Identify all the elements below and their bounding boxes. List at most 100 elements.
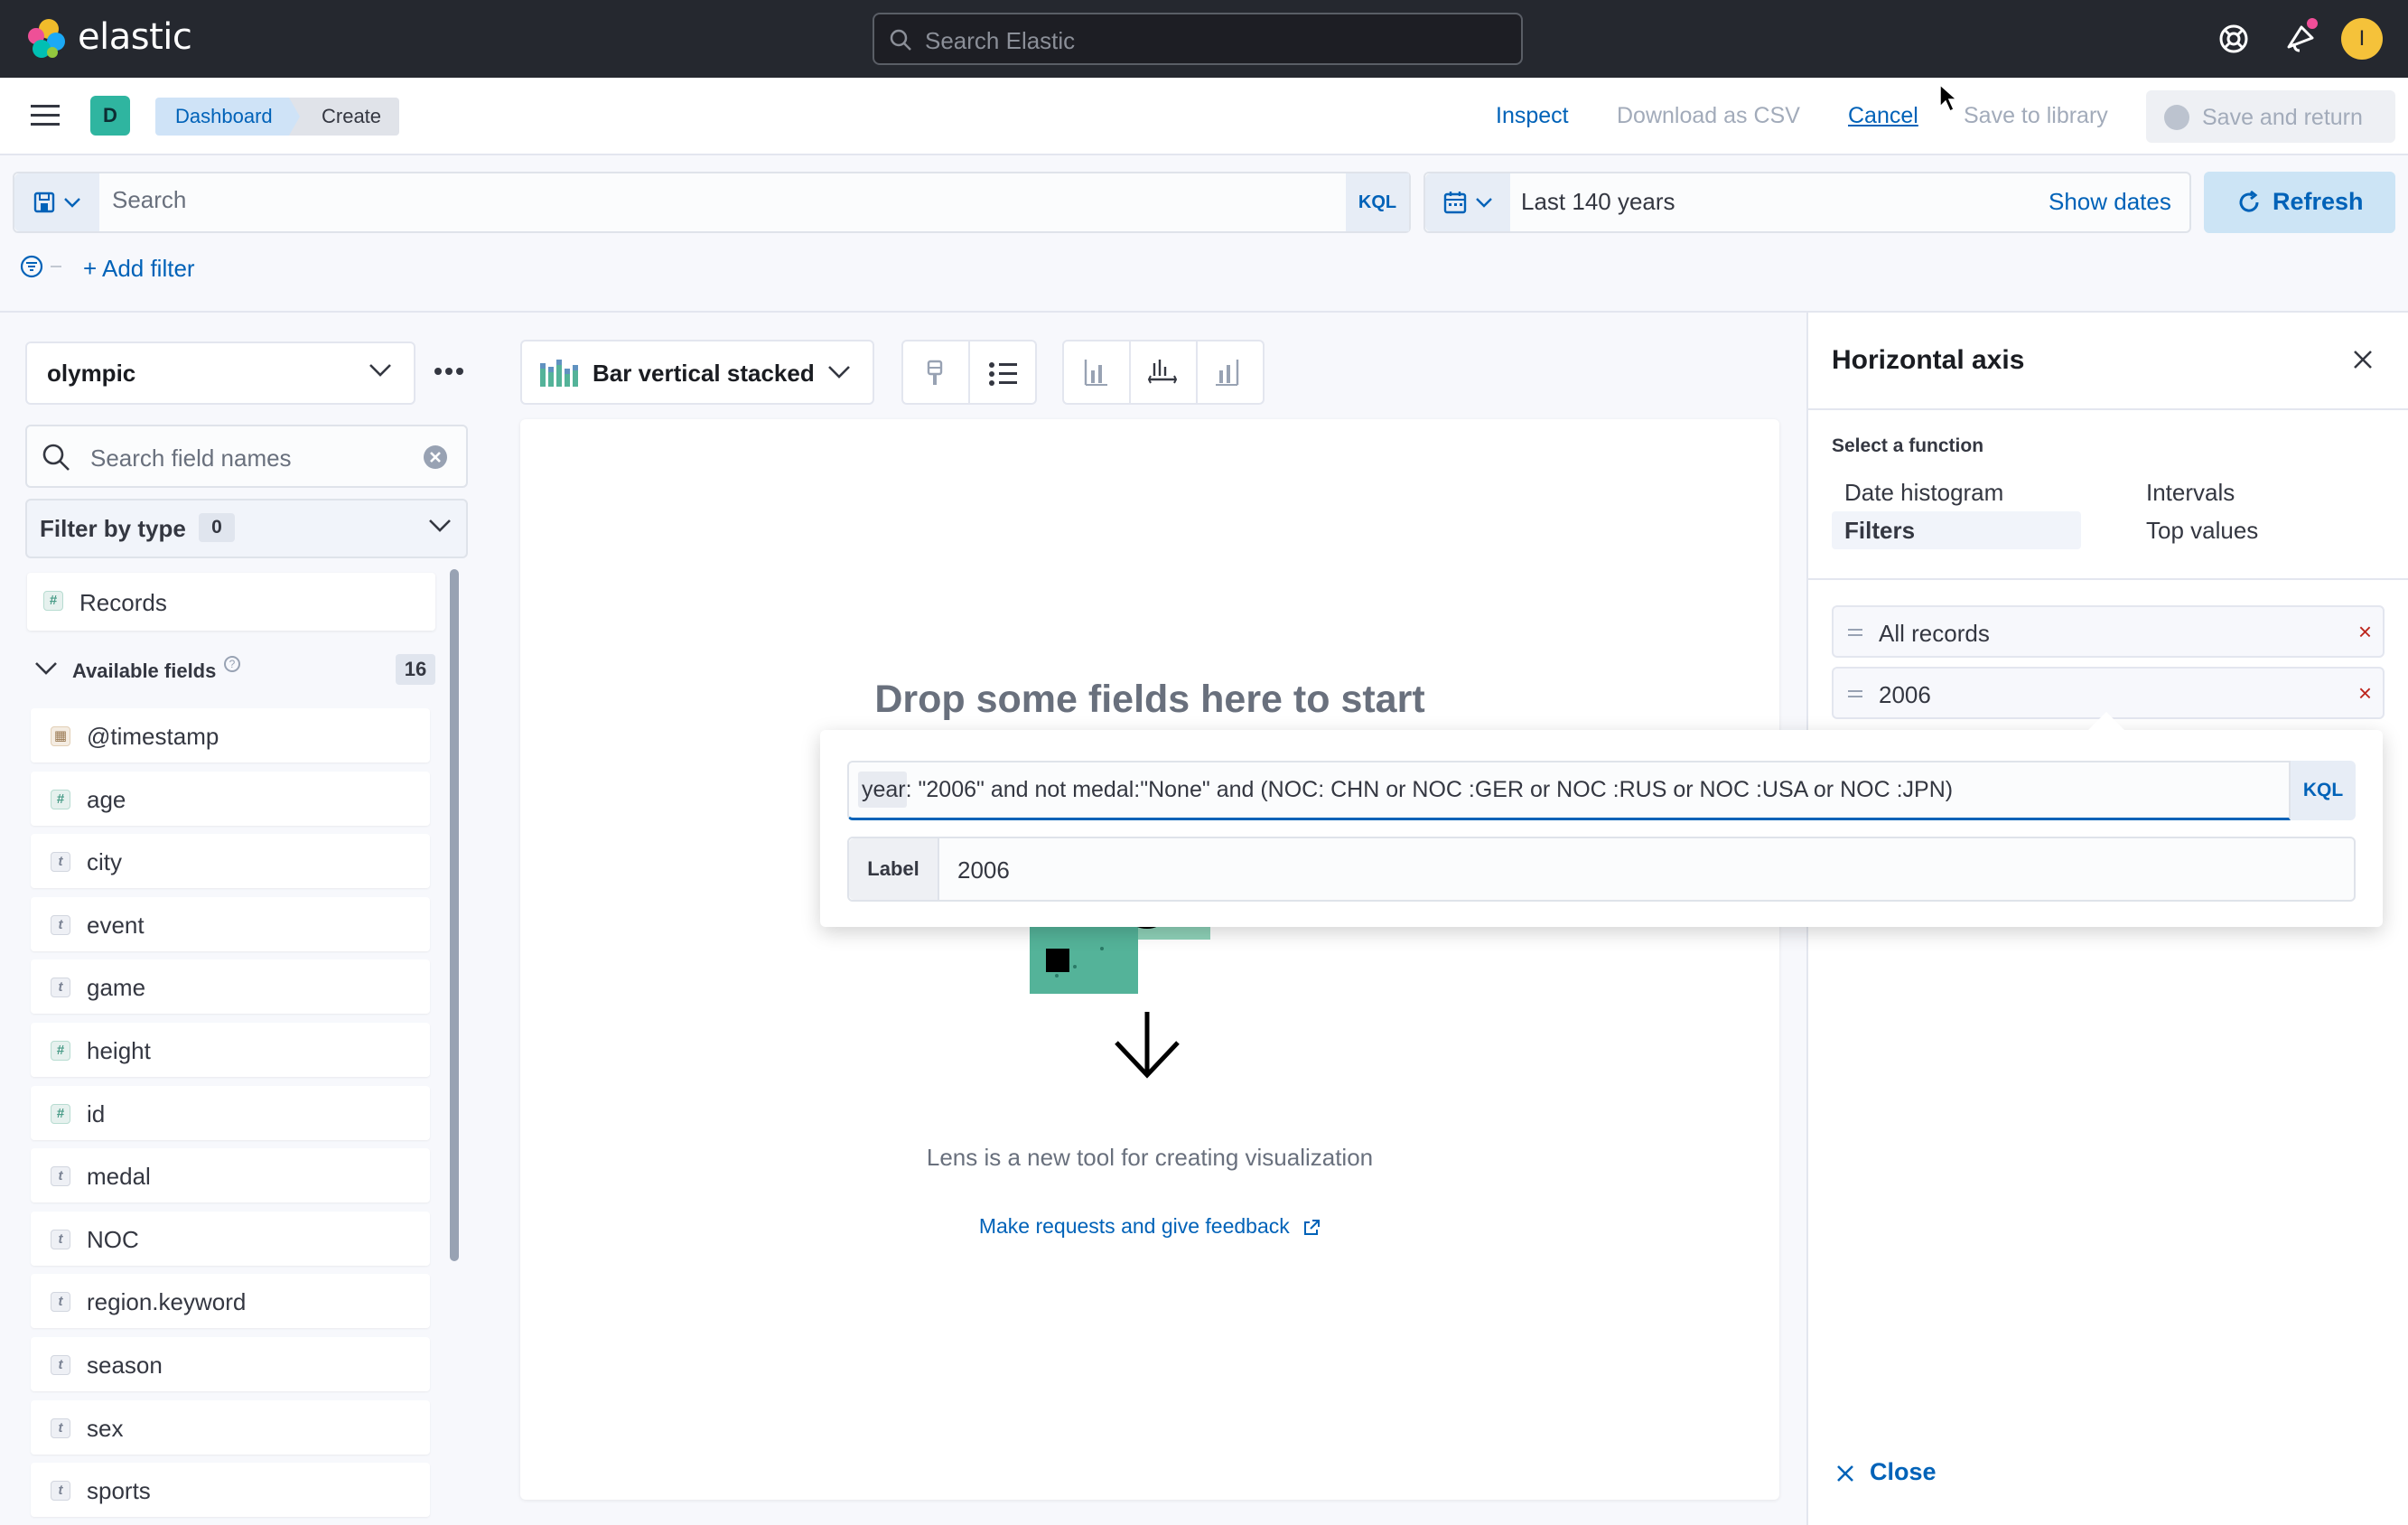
field-item[interactable]: t NOC xyxy=(31,1211,430,1266)
show-dates-button[interactable]: Show dates xyxy=(2049,188,2171,216)
bottom-axis-icon[interactable] xyxy=(1147,358,1178,387)
breadcrumb-dashboard[interactable]: Dashboard xyxy=(155,98,303,136)
function-date-histogram[interactable]: Date histogram xyxy=(1844,479,2003,507)
divider xyxy=(968,340,970,405)
search-icon xyxy=(889,28,912,51)
filter-item[interactable]: All records × xyxy=(1832,605,2385,658)
chevron-down-icon xyxy=(827,365,851,379)
help-icon[interactable] xyxy=(2217,22,2251,56)
field-item[interactable]: # id xyxy=(31,1085,430,1140)
records-label: Records xyxy=(79,589,167,616)
field-name: NOC xyxy=(87,1225,139,1253)
field-item[interactable]: t season xyxy=(31,1336,430,1391)
saved-query-button[interactable] xyxy=(14,173,99,231)
field-item[interactable]: t sex xyxy=(31,1399,430,1455)
drop-zone-title: Drop some fields here to start xyxy=(874,678,1425,721)
remove-icon[interactable]: × xyxy=(2358,618,2372,646)
feedback-link-label: Make requests and give feedback xyxy=(978,1214,1290,1238)
visualization-type-label: Bar vertical stacked xyxy=(593,360,815,387)
calendar-icon xyxy=(1442,190,1468,215)
date-range-text[interactable]: Last 140 years xyxy=(1521,188,1675,216)
left-axis-icon[interactable] xyxy=(1082,358,1109,387)
lens-description: Lens is a new tool for creating visualiz… xyxy=(926,1144,1374,1171)
filter-label-input[interactable] xyxy=(847,837,2356,902)
more-options-icon[interactable] xyxy=(434,367,464,376)
sidebar-scrollbar[interactable] xyxy=(450,569,459,1261)
notification-badge xyxy=(2305,16,2319,31)
mouse-cursor-icon xyxy=(1938,83,1960,114)
drag-handle-icon[interactable] xyxy=(1848,690,1862,697)
paintbrush-icon[interactable] xyxy=(923,360,947,387)
save-to-library-link[interactable]: Save to library xyxy=(1964,103,2108,129)
flyout-close-button[interactable]: Close xyxy=(1870,1458,1937,1486)
global-search-placeholder: Search Elastic xyxy=(925,27,1076,54)
elastic-logo-icon[interactable] xyxy=(25,18,67,60)
user-avatar[interactable]: I xyxy=(2341,18,2383,60)
field-name: season xyxy=(87,1351,163,1379)
help-icon[interactable]: ? xyxy=(224,656,240,672)
available-fields-label[interactable]: Available fields xyxy=(72,660,216,683)
filter-query-text: year: "2006" and not medal:"None" and (N… xyxy=(862,777,1954,802)
filter-options-icon[interactable] xyxy=(20,255,63,282)
function-top-values[interactable]: Top values xyxy=(2146,517,2258,545)
search-icon xyxy=(42,443,70,472)
quick-date-menu-button[interactable] xyxy=(1425,173,1510,231)
feedback-link[interactable]: Make requests and give feedback xyxy=(520,1214,1779,1239)
divider xyxy=(1808,578,2408,580)
field-item[interactable]: t game xyxy=(31,959,430,1015)
space-avatar[interactable]: D xyxy=(90,96,130,136)
flyout-title: Horizontal axis xyxy=(1832,345,2025,375)
inspect-link[interactable]: Inspect xyxy=(1496,103,1569,129)
query-search-input[interactable]: Search xyxy=(112,186,186,214)
number-field-token-icon: # xyxy=(51,1040,70,1061)
download-csv-link[interactable]: Download as CSV xyxy=(1617,103,1800,129)
function-intervals[interactable]: Intervals xyxy=(2146,479,2235,507)
field-item[interactable]: # age xyxy=(31,771,430,826)
filter-by-type-count: 0 xyxy=(199,513,235,542)
field-search-placeholder: Search field names xyxy=(90,444,292,472)
string-field-token-icon: t xyxy=(51,1229,70,1249)
field-item[interactable]: t event xyxy=(31,896,430,951)
query-language-button[interactable]: KQL xyxy=(1346,173,1409,231)
save-and-return-label: Save and return xyxy=(2202,105,2363,130)
close-icon[interactable] xyxy=(1835,1464,1855,1483)
drag-handle-icon[interactable] xyxy=(1848,629,1862,636)
field-name: sports xyxy=(87,1477,151,1505)
field-item[interactable]: t city xyxy=(31,834,430,889)
chevron-down-icon xyxy=(1475,197,1493,208)
close-icon[interactable] xyxy=(2352,349,2374,370)
chevron-down-icon[interactable] xyxy=(34,661,58,676)
cancel-link[interactable]: Cancel xyxy=(1848,103,1918,129)
save-and-return-button[interactable]: Save and return xyxy=(2146,90,2395,143)
divider xyxy=(1196,340,1198,405)
string-field-token-icon: t xyxy=(51,1354,70,1375)
field-item[interactable]: # height xyxy=(31,1022,430,1077)
breadcrumb-create: Create xyxy=(289,98,400,136)
select-function-label: Select a function xyxy=(1832,435,1984,456)
function-filters[interactable]: Filters xyxy=(1844,517,1915,545)
field-item[interactable]: ▦ @timestamp xyxy=(31,708,430,762)
right-axis-icon[interactable] xyxy=(1214,358,1241,387)
divider xyxy=(1129,340,1131,405)
refresh-button[interactable]: Refresh xyxy=(2204,172,2395,233)
save-icon xyxy=(33,191,56,214)
legend-list-icon[interactable] xyxy=(988,361,1019,387)
check-circle-icon xyxy=(2164,105,2189,130)
string-field-token-icon: t xyxy=(51,852,70,873)
date-field-token-icon: ▦ xyxy=(51,726,70,746)
chevron-down-icon xyxy=(428,519,452,533)
filter-label-prefix: Label xyxy=(849,838,939,900)
global-search-input[interactable]: Search Elastic xyxy=(873,13,1523,65)
field-name: region.keyword xyxy=(87,1288,247,1316)
field-item[interactable]: t sports xyxy=(31,1463,430,1518)
field-item[interactable]: t region.keyword xyxy=(31,1274,430,1329)
field-name: event xyxy=(87,911,145,939)
add-filter-button[interactable]: + Add filter xyxy=(83,255,195,283)
query-language-button[interactable]: KQL xyxy=(2291,761,2356,820)
remove-icon[interactable]: × xyxy=(2358,679,2372,707)
brand-name[interactable]: elastic xyxy=(78,16,192,58)
field-item[interactable]: t medal xyxy=(31,1148,430,1203)
field-name: @timestamp xyxy=(87,723,219,750)
clear-icon[interactable] xyxy=(423,444,448,470)
hamburger-menu-icon[interactable] xyxy=(31,103,60,128)
